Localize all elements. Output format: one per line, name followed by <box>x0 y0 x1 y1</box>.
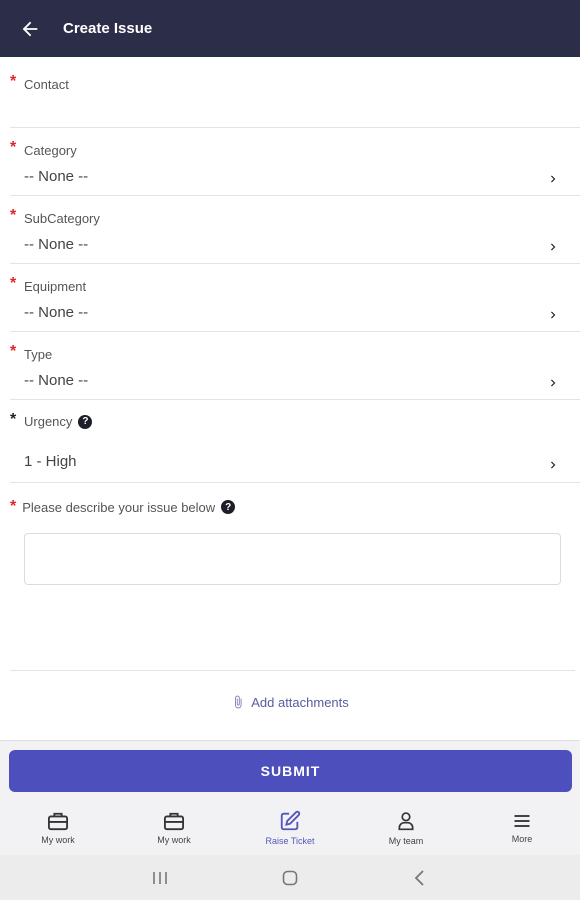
home-icon <box>282 870 298 885</box>
urgency-field[interactable]: * Urgency ? 1 - High <box>10 400 580 483</box>
divider <box>10 670 575 671</box>
person-icon <box>398 811 414 830</box>
contact-field[interactable]: * Contact <box>10 62 580 128</box>
nav-item-raise-ticket[interactable]: Raise Ticket <box>232 800 348 855</box>
description-textarea[interactable] <box>24 533 561 585</box>
category-field[interactable]: * Category -- None -- <box>10 128 580 196</box>
nav-item-my-team[interactable]: My team <box>348 800 464 855</box>
issue-form: * Contact * Category -- None -- * SubCat… <box>0 62 580 483</box>
type-value: -- None -- <box>24 372 89 389</box>
chevron-right-icon <box>551 311 556 319</box>
chevron-right-icon <box>551 461 556 469</box>
chevron-right-icon <box>551 243 556 251</box>
nav-label: My work <box>41 834 75 845</box>
equipment-label: Equipment <box>24 279 87 294</box>
type-field[interactable]: * Type -- None -- <box>10 332 580 400</box>
urgency-value: 1 - High <box>24 453 77 470</box>
nav-item-my-work-2[interactable]: My work <box>116 800 232 855</box>
urgency-label: Urgency ? <box>24 414 93 429</box>
type-label: Type <box>24 347 53 362</box>
briefcase-icon <box>164 812 184 830</box>
nav-label: More <box>511 833 533 844</box>
menu-icon <box>514 814 530 827</box>
subcategory-label: SubCategory <box>24 211 100 226</box>
required-marker: * <box>10 207 17 224</box>
system-nav-bar <box>0 855 580 900</box>
recent-apps-icon <box>153 871 167 884</box>
app-bar: Create Issue <box>0 0 580 57</box>
add-attachments-label: Add attachments <box>251 694 349 710</box>
page-title: Create Issue <box>63 20 153 37</box>
submit-button[interactable]: SUBMIT <box>9 750 572 792</box>
home-button[interactable] <box>225 869 355 887</box>
description-label: * Please describe your issue below ? <box>10 498 236 516</box>
chevron-right-icon <box>551 379 556 387</box>
help-icon[interactable]: ? <box>78 414 93 429</box>
required-marker: * <box>10 343 17 360</box>
nav-item-more[interactable]: More <box>464 800 580 855</box>
equipment-value: -- None -- <box>24 304 89 321</box>
chevron-right-icon <box>551 175 556 183</box>
nav-label: Raise Ticket <box>265 835 315 846</box>
category-label: Category <box>24 143 77 158</box>
add-attachments-link[interactable]: Add attachments <box>0 694 580 710</box>
chevron-left-icon <box>414 869 424 886</box>
required-marker: * <box>10 139 17 156</box>
paperclip-icon <box>235 695 242 709</box>
category-value: -- None -- <box>24 168 89 185</box>
arrow-back-icon <box>22 21 38 36</box>
nav-item-my-work[interactable]: My work <box>0 800 116 855</box>
nav-label: My work <box>157 834 191 845</box>
required-marker: * <box>10 411 17 428</box>
help-icon[interactable]: ? <box>221 500 236 514</box>
required-marker: * <box>10 275 17 292</box>
description-label-text: Please describe your issue below <box>22 499 216 515</box>
edit-icon <box>280 810 301 830</box>
nav-label: My team <box>388 835 424 846</box>
recent-apps-button[interactable] <box>95 870 225 886</box>
required-marker: * <box>10 498 17 515</box>
required-marker: * <box>10 73 17 90</box>
contact-label: Contact <box>24 77 69 92</box>
bottom-nav: My work My work Raise Ticket My team Mor… <box>0 800 580 855</box>
urgency-label-text: Urgency <box>24 414 73 429</box>
equipment-field[interactable]: * Equipment -- None -- <box>10 264 580 332</box>
subcategory-value: -- None -- <box>24 236 89 253</box>
briefcase-icon <box>48 812 68 830</box>
subcategory-field[interactable]: * SubCategory -- None -- <box>10 196 580 264</box>
system-back-button[interactable] <box>355 869 485 887</box>
back-button[interactable] <box>0 0 60 57</box>
